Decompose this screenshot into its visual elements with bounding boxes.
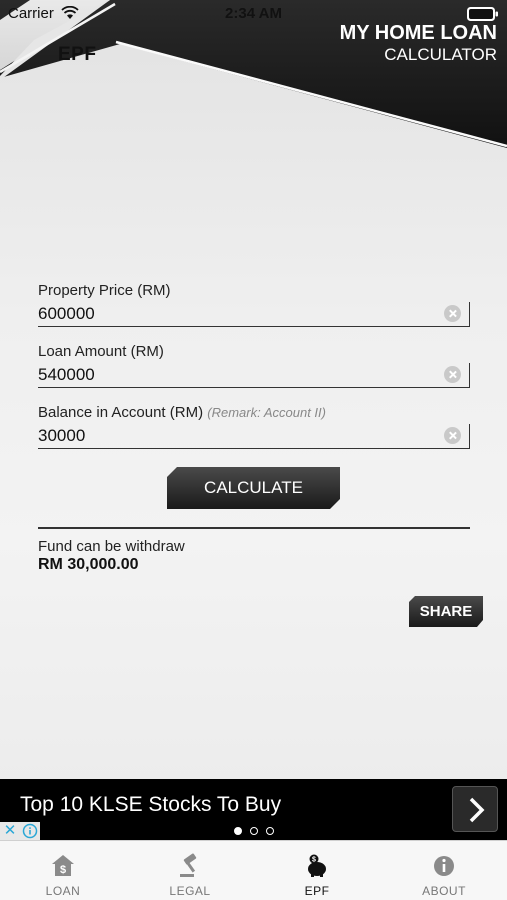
- tab-label: LOAN: [45, 884, 81, 898]
- page-label: EPF: [58, 44, 97, 65]
- share-button[interactable]: SHARE: [409, 596, 483, 627]
- svg-text:$: $: [60, 864, 66, 876]
- property-price-input-wrap: [38, 302, 470, 327]
- balance-label: Balance in Account (RM): [38, 404, 204, 421]
- loan-amount-label: Loan Amount (RM): [38, 343, 164, 360]
- piggy-bank-icon: $: [308, 854, 326, 877]
- loan-amount-input[interactable]: [38, 363, 438, 387]
- app-screen: Carrier 2:34 AM EPF MY HOME LOAN CALCULA…: [0, 0, 507, 900]
- loan-amount-input-wrap: [38, 363, 470, 388]
- status-time: 2:34 AM: [225, 5, 282, 22]
- page-dot: [249, 827, 258, 835]
- balance-input[interactable]: [38, 424, 438, 448]
- tab-epf[interactable]: $ EPF: [254, 841, 380, 900]
- clear-icon[interactable]: [444, 366, 461, 383]
- property-price-label: Property Price (RM): [38, 282, 171, 299]
- tab-bar: $ LOAN LEGAL $ EPF ABOUT: [0, 840, 507, 900]
- result-label: Fund can be withdraw: [38, 538, 185, 555]
- info-icon: [434, 856, 454, 876]
- tab-about[interactable]: ABOUT: [381, 841, 507, 900]
- page-dot: [233, 827, 242, 835]
- balance-input-wrap: [38, 424, 470, 449]
- result-divider: [38, 527, 470, 529]
- battery-icon: [467, 7, 498, 21]
- epf-form: Property Price (RM) Loan Amount (RM) Bal…: [38, 282, 470, 465]
- balance-remark: (Remark: Account II): [207, 405, 326, 420]
- tab-loan[interactable]: $ LOAN: [0, 841, 126, 900]
- gavel-icon: [180, 853, 197, 877]
- property-price-input[interactable]: [38, 302, 438, 326]
- clear-icon[interactable]: [444, 305, 461, 322]
- svg-text:$: $: [312, 857, 316, 864]
- app-title-line2: CALCULATOR: [384, 45, 497, 64]
- ad-arrow-button[interactable]: [452, 786, 498, 832]
- app-title-line1: MY HOME LOAN: [339, 22, 497, 44]
- house-dollar-icon: $: [52, 855, 74, 876]
- tab-label: ABOUT: [422, 884, 466, 898]
- page-dot: [265, 827, 274, 835]
- tab-label: EPF: [304, 884, 330, 898]
- calculate-button[interactable]: CALCULATE: [167, 467, 340, 509]
- tab-legal[interactable]: LEGAL: [127, 841, 253, 900]
- balance-field: Balance in Account (RM) (Remark: Account…: [38, 404, 470, 465]
- property-price-field: Property Price (RM): [38, 282, 470, 343]
- balance-label-row: Balance in Account (RM) (Remark: Account…: [38, 404, 470, 422]
- share-button-label: SHARE: [419, 603, 473, 620]
- tab-label: LEGAL: [169, 884, 211, 898]
- ad-page-dots: [0, 827, 507, 835]
- app-title: MY HOME LOAN CALCULATOR: [340, 22, 497, 66]
- ad-text[interactable]: Top 10 KLSE Stocks To Buy: [20, 793, 281, 817]
- calculate-button-label: CALCULATE: [204, 478, 303, 497]
- loan-amount-field: Loan Amount (RM): [38, 343, 470, 404]
- result-value: RM 30,000.00: [38, 556, 139, 573]
- clear-icon[interactable]: [444, 427, 461, 444]
